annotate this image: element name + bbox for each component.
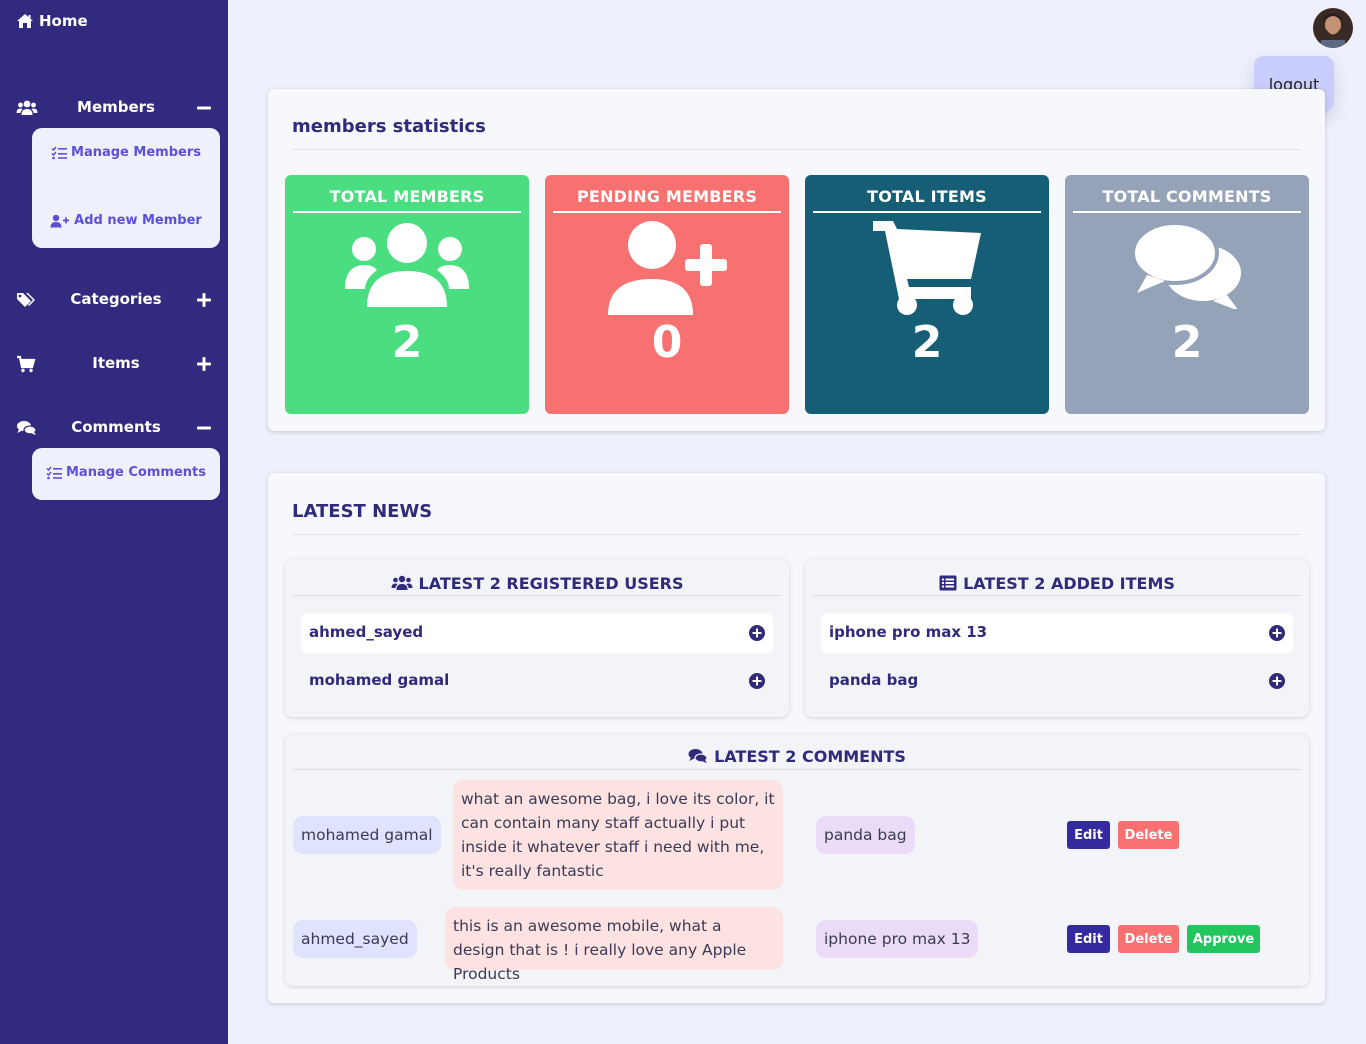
sidebar-label-members: Members xyxy=(77,98,155,116)
sidebar-item-items[interactable]: Items xyxy=(0,352,228,376)
sidebar-label-items: Items xyxy=(92,354,140,372)
user-name: ahmed_sayed xyxy=(309,623,424,641)
list-item[interactable]: panda bag xyxy=(821,661,1293,701)
members-submenu: Manage Members Add new Member xyxy=(32,128,220,248)
divider xyxy=(293,211,521,213)
cart-icon xyxy=(873,221,981,315)
users-icon xyxy=(16,100,38,115)
user-plus-icon xyxy=(608,221,727,315)
comment-item: panda bag xyxy=(816,816,915,854)
total-members-card[interactable]: TOTAL MEMBERS 2 xyxy=(285,175,529,414)
stat-title: TOTAL ITEMS xyxy=(867,187,987,206)
delete-button[interactable]: Delete xyxy=(1118,821,1179,849)
plus-icon[interactable] xyxy=(196,356,212,372)
latest-comments-card: LATEST 2 COMMENTS mohamed gamal what an … xyxy=(285,734,1309,986)
divider xyxy=(813,595,1301,596)
pending-members-card[interactable]: PENDING MEMBERS 0 xyxy=(545,175,789,414)
divider xyxy=(1073,211,1301,213)
user-plus-icon xyxy=(50,214,70,227)
plus-circle-icon[interactable] xyxy=(1269,673,1285,689)
comments-submenu: Manage Comments xyxy=(32,448,220,500)
plus-circle-icon[interactable] xyxy=(749,625,765,641)
latest-comments-title: LATEST 2 COMMENTS xyxy=(714,746,906,766)
add-member-label: Add new Member xyxy=(74,213,202,228)
user-name: mohamed gamal xyxy=(309,671,450,689)
plus-circle-icon[interactable] xyxy=(749,673,765,689)
manage-comments-link[interactable]: Manage Comments xyxy=(32,465,220,480)
users-icon xyxy=(345,223,469,307)
list-item[interactable]: mohamed gamal xyxy=(301,661,773,701)
list-check-icon xyxy=(51,146,68,159)
cart-icon xyxy=(17,355,36,373)
divider xyxy=(292,534,1301,535)
manage-members-label: Manage Members xyxy=(71,145,201,160)
divider xyxy=(293,595,781,596)
divider xyxy=(553,211,781,213)
comments-icon xyxy=(688,749,708,763)
total-comments-card[interactable]: TOTAL COMMENTS 2 xyxy=(1065,175,1309,414)
list-item[interactable]: ahmed_sayed xyxy=(301,613,773,653)
plus-icon[interactable] xyxy=(196,292,212,308)
minus-icon[interactable] xyxy=(196,420,212,436)
tags-icon xyxy=(17,293,35,307)
list-check-icon xyxy=(46,466,62,479)
manage-comments-label: Manage Comments xyxy=(66,465,206,480)
stat-value: 2 xyxy=(391,317,423,368)
divider xyxy=(813,211,1041,213)
comment-item: iphone pro max 13 xyxy=(816,920,979,958)
home-label: Home xyxy=(39,12,88,30)
latest-items-title: LATEST 2 ADDED ITEMS xyxy=(963,573,1175,593)
latest-users-title: LATEST 2 REGISTERED USERS xyxy=(418,573,684,593)
stat-value: 2 xyxy=(1171,317,1203,368)
comment-user: ahmed_sayed xyxy=(293,920,417,958)
stat-value: 0 xyxy=(651,317,683,368)
add-member-link[interactable]: Add new Member xyxy=(32,213,220,228)
item-name: iphone pro max 13 xyxy=(829,623,988,641)
divider xyxy=(293,769,1301,770)
divider xyxy=(292,149,1301,150)
latest-items-card: LATEST 2 ADDED ITEMS iphone pro max 13 p… xyxy=(805,559,1309,717)
list-alt-icon xyxy=(939,575,957,591)
comments-icon xyxy=(17,421,37,435)
user-photo xyxy=(1313,8,1353,48)
sidebar-label-categories: Categories xyxy=(70,290,162,308)
stat-title: TOTAL MEMBERS xyxy=(329,187,485,206)
stat-title: TOTAL COMMENTS xyxy=(1102,187,1272,206)
latest-users-card: LATEST 2 REGISTERED USERS ahmed_sayed mo… xyxy=(285,559,789,717)
total-items-card[interactable]: TOTAL ITEMS 2 xyxy=(805,175,1049,414)
list-item[interactable]: iphone pro max 13 xyxy=(821,613,1293,653)
item-name: panda bag xyxy=(829,671,919,689)
stat-value: 2 xyxy=(911,317,943,368)
plus-circle-icon[interactable] xyxy=(1269,625,1285,641)
users-icon xyxy=(391,575,412,590)
sidebar-item-categories[interactable]: Categories xyxy=(0,288,228,312)
comment-text: this is an awesome mobile, what a design… xyxy=(445,907,783,983)
sidebar-item-comments[interactable]: Comments xyxy=(0,416,228,440)
sidebar: Home Members Manage Members Add new Memb… xyxy=(0,0,228,1044)
avatar[interactable] xyxy=(1313,8,1353,48)
latest-news-title: LATEST NEWS xyxy=(292,501,433,522)
sidebar-label-comments: Comments xyxy=(71,418,161,436)
manage-members-link[interactable]: Manage Members xyxy=(32,145,220,160)
home-icon xyxy=(17,14,33,28)
edit-button[interactable]: Edit xyxy=(1067,925,1110,953)
comment-text: what an awesome bag, i love its color, i… xyxy=(453,780,783,890)
home-link[interactable]: Home xyxy=(16,10,88,32)
minus-icon[interactable] xyxy=(196,100,212,116)
comments-icon xyxy=(1131,221,1241,309)
edit-button[interactable]: Edit xyxy=(1067,821,1110,849)
stat-title: PENDING MEMBERS xyxy=(576,187,758,206)
comment-user: mohamed gamal xyxy=(293,816,441,854)
approve-button[interactable]: Approve xyxy=(1187,925,1260,953)
delete-button[interactable]: Delete xyxy=(1118,925,1179,953)
stats-panel-title: members statistics xyxy=(292,116,486,137)
sidebar-item-members[interactable]: Members xyxy=(0,96,228,120)
